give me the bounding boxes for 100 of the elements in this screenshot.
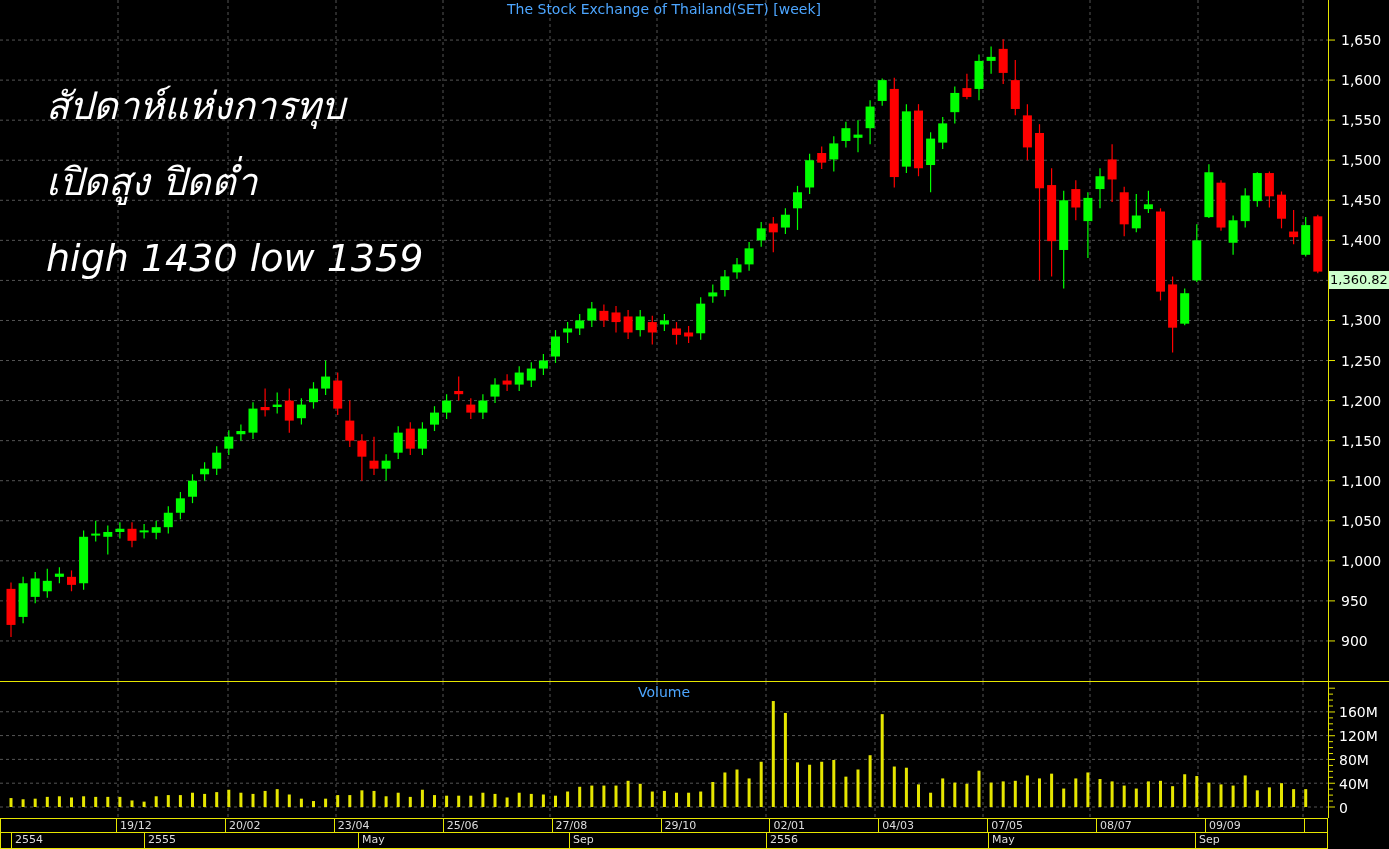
- period-axis-label: May: [988, 833, 1015, 848]
- bar: [420, 789, 424, 807]
- candlestick: [478, 393, 488, 420]
- candlestick: [877, 77, 887, 107]
- bar: [1304, 789, 1308, 807]
- bar: [1159, 780, 1162, 807]
- date-axis-label: 19/12: [116, 819, 152, 832]
- bar: [118, 796, 122, 807]
- bar: [263, 790, 267, 807]
- bar: [977, 770, 981, 807]
- bar: [723, 772, 727, 807]
- bar: [348, 795, 352, 807]
- price-axis-label: 1,050: [1341, 512, 1382, 529]
- candlestick: [1131, 193, 1141, 233]
- bar: [433, 795, 436, 807]
- candlestick: [284, 387, 294, 434]
- bar: [953, 782, 957, 807]
- bar: [868, 755, 872, 807]
- bar: [57, 796, 61, 807]
- bar: [808, 764, 812, 807]
- bar: [650, 791, 654, 807]
- candlestick: [103, 524, 113, 556]
- period-axis-label: 2555: [144, 833, 176, 848]
- candlestick: [780, 207, 790, 235]
- price-axis-label: 1,000: [1341, 552, 1382, 569]
- candlestick: [163, 505, 173, 535]
- candlestick: [1107, 143, 1117, 203]
- date-axis-label: 09/09: [1205, 819, 1241, 832]
- candlestick: [357, 433, 367, 482]
- bar: [904, 767, 908, 807]
- candlestick: [720, 269, 730, 298]
- bar: [638, 783, 642, 807]
- bar: [493, 793, 497, 807]
- bar: [166, 795, 170, 807]
- price-axis-label: 950: [1341, 592, 1368, 609]
- bar: [457, 795, 461, 807]
- candlestick: [1095, 167, 1105, 209]
- bar: [590, 785, 594, 807]
- candlestick: [175, 491, 185, 520]
- bar: [989, 782, 993, 807]
- bar: [287, 794, 291, 807]
- bar: [796, 762, 799, 807]
- price-axis-label: 1,200: [1341, 392, 1382, 409]
- bar: [759, 761, 763, 807]
- annotation-text: high 1430 low 1359: [46, 235, 424, 282]
- candlestick: [454, 375, 464, 402]
- bar: [191, 792, 194, 807]
- bar: [275, 789, 279, 807]
- bar: [856, 769, 860, 807]
- bar: [783, 712, 787, 807]
- bar: [70, 797, 73, 807]
- chart-title: The Stock Exchange of Thailand(SET) [week]: [507, 0, 821, 18]
- candlestick: [986, 45, 996, 75]
- bar: [178, 795, 182, 807]
- bar: [699, 791, 703, 807]
- candlestick: [345, 399, 355, 448]
- candlestick: [563, 321, 573, 344]
- bar: [469, 795, 473, 807]
- volume-axis-label: 120M: [1339, 728, 1378, 745]
- bar: [1110, 781, 1114, 807]
- bar: [360, 790, 364, 807]
- candlestick: [296, 397, 306, 426]
- bar: [481, 792, 485, 807]
- price-axis-label: 1,500: [1341, 152, 1382, 169]
- bar: [1025, 775, 1029, 807]
- price-axis-label: 1,250: [1341, 352, 1382, 369]
- bar: [1074, 778, 1078, 807]
- bar: [820, 761, 824, 807]
- bar: [1086, 772, 1090, 807]
- date-axis-label: 20/02: [224, 819, 261, 832]
- candlestick: [708, 283, 718, 304]
- bar: [1292, 789, 1296, 807]
- bar: [711, 782, 715, 807]
- candlestick: [732, 257, 742, 280]
- date-axis-label: 02/01: [769, 819, 806, 832]
- candlestick: [587, 301, 597, 328]
- bar: [239, 792, 243, 807]
- candlestick: [611, 305, 621, 334]
- candlestick: [67, 569, 76, 592]
- bar: [517, 792, 521, 807]
- date-axis-label: 23/04: [333, 819, 370, 832]
- candlestick: [151, 520, 161, 540]
- candlestick: [188, 473, 197, 504]
- bar: [529, 793, 533, 807]
- bar: [1146, 781, 1150, 807]
- candlestick: [127, 521, 137, 548]
- candlestick: [321, 359, 331, 396]
- period-axis-label: Sep: [1195, 833, 1220, 848]
- candlestick: [393, 425, 403, 460]
- candlestick: [853, 119, 863, 153]
- bar: [324, 798, 328, 807]
- bar: [602, 785, 606, 807]
- last-price-tag: 1,360.82: [1329, 271, 1389, 289]
- candlestick: [526, 361, 536, 388]
- bar: [1013, 780, 1017, 807]
- bar: [505, 797, 509, 807]
- bar: [130, 800, 134, 807]
- bar: [687, 792, 691, 807]
- candlestick: [1228, 214, 1238, 256]
- bar: [880, 714, 884, 807]
